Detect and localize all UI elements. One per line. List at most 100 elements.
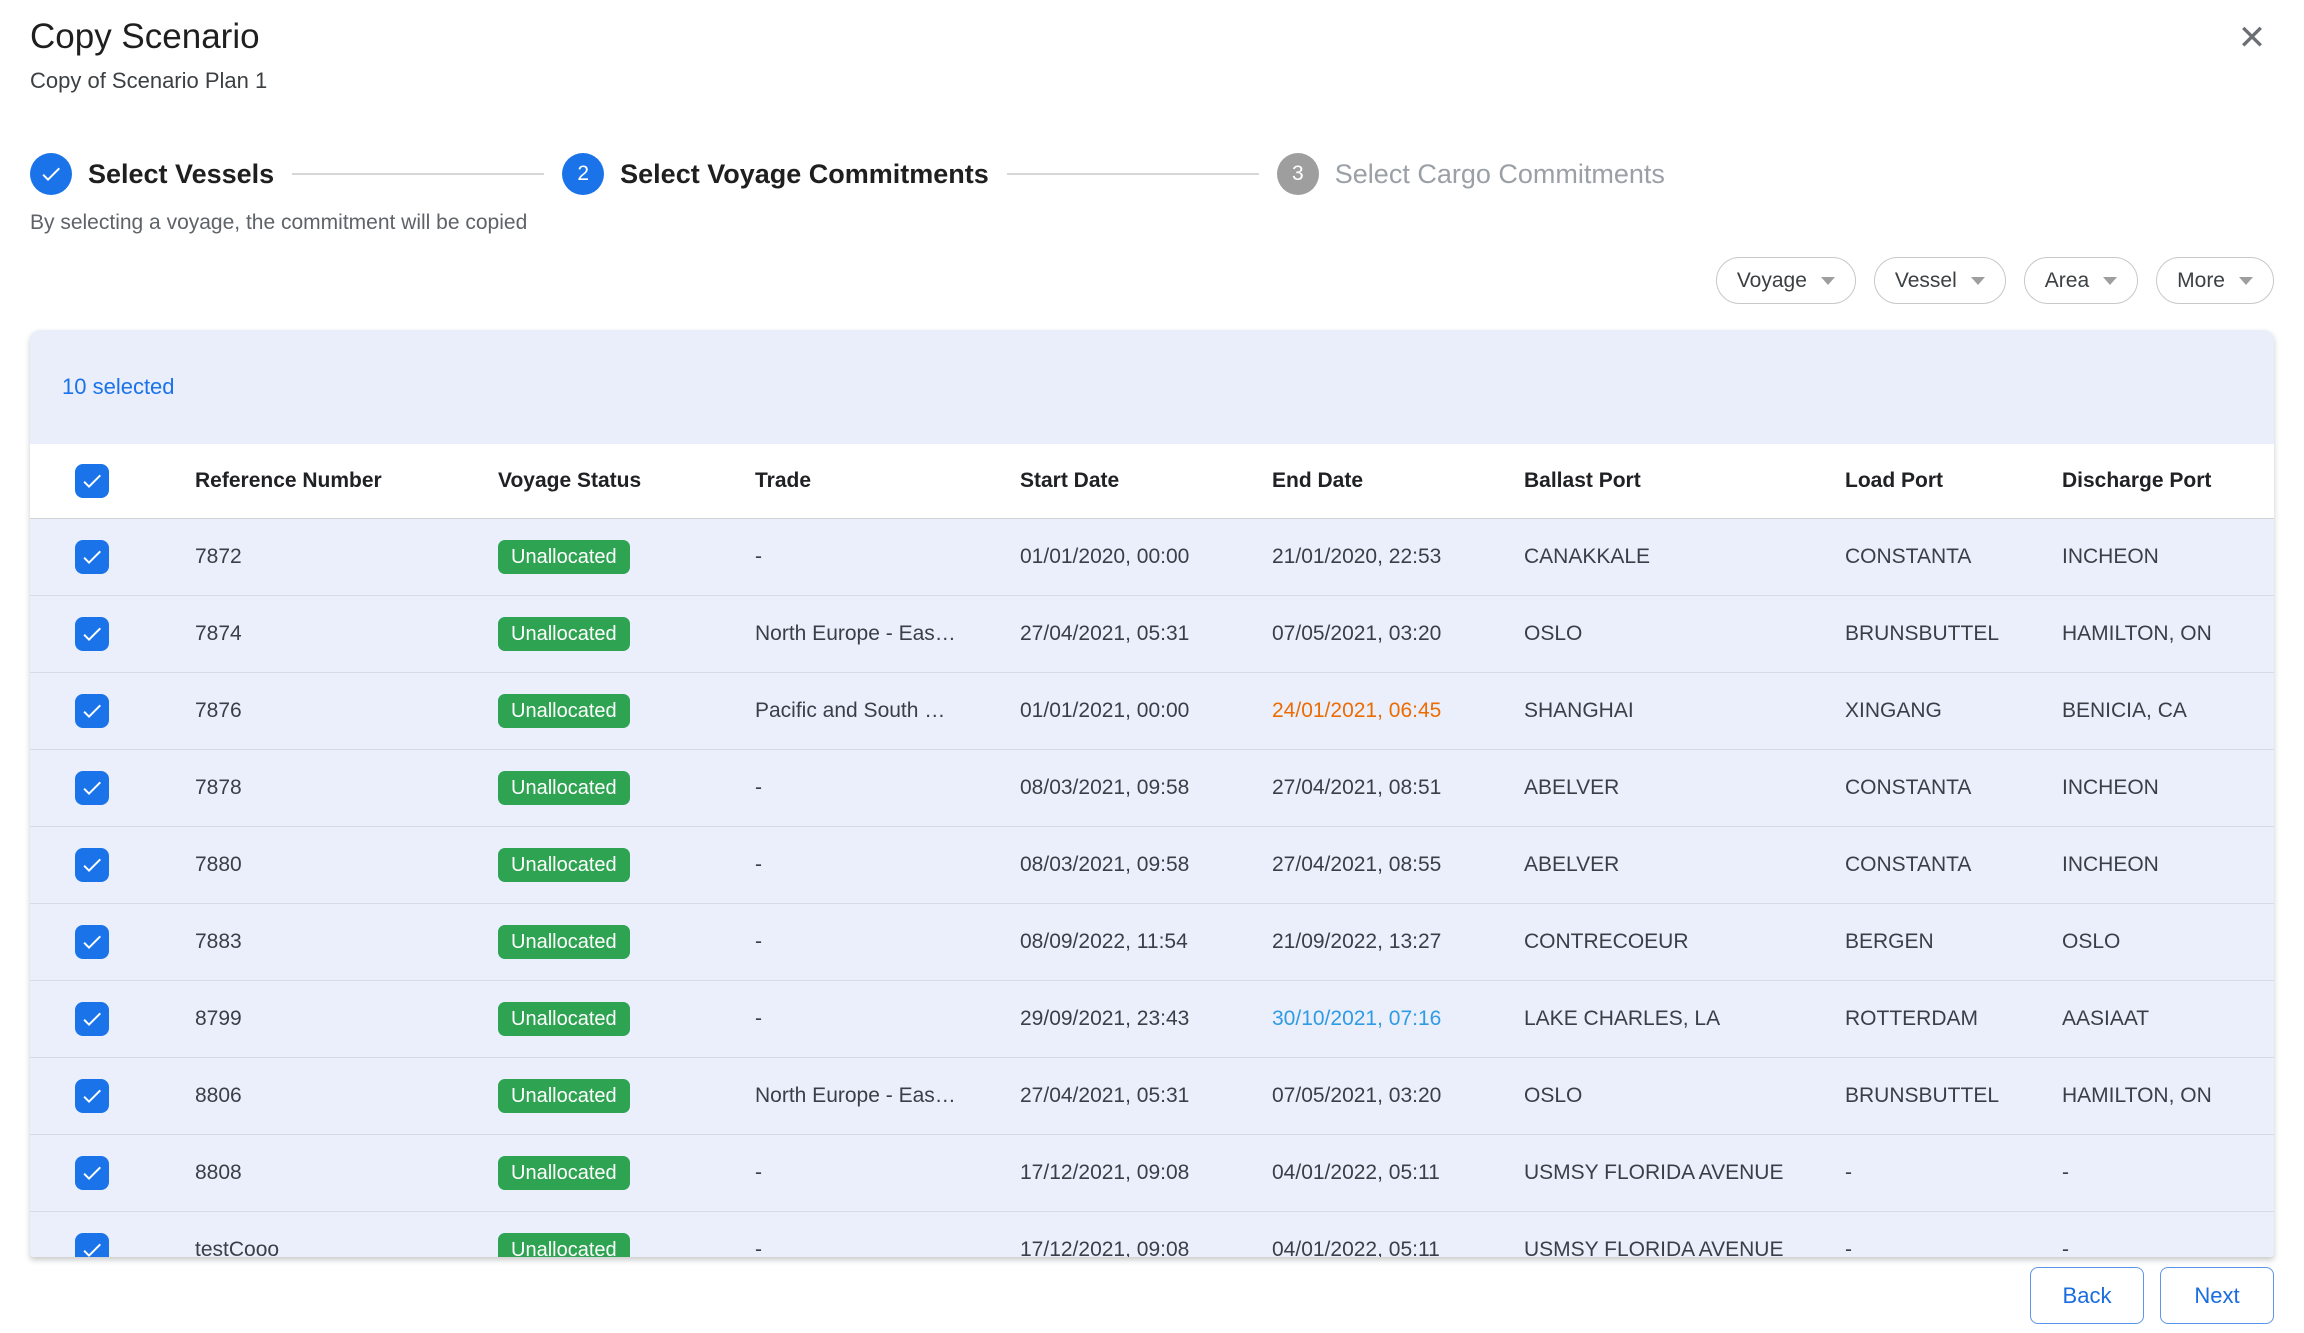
row-checkbox[interactable] [75, 1233, 109, 1257]
trade-cell: North Europe - Eas… [755, 622, 1020, 646]
ballast-port-cell: OSLO [1524, 622, 1845, 646]
selected-count: 10 selected [62, 374, 175, 400]
dialog-subtitle: Copy of Scenario Plan 1 [30, 68, 2274, 94]
load-port-cell: BRUNSBUTTEL [1845, 622, 2062, 646]
close-icon[interactable]: ✕ [2230, 16, 2274, 60]
reference-number-cell: 7874 [195, 622, 498, 646]
row-checkbox[interactable] [75, 771, 109, 805]
row-checkbox[interactable] [75, 1156, 109, 1190]
ballast-port-cell: ABELVER [1524, 853, 1845, 877]
table-row[interactable]: 8806 Unallocated North Europe - Eas… 27/… [30, 1057, 2274, 1134]
voyage-filter-button[interactable]: Voyage [1716, 257, 1856, 304]
voyage-status-cell: Unallocated [498, 1079, 755, 1113]
table-body: 7872 Unallocated - 01/01/2020, 00:00 21/… [30, 519, 2274, 1257]
discharge-port-cell: INCHEON [2062, 545, 2274, 569]
load-port-cell: XINGANG [1845, 699, 2062, 723]
status-badge: Unallocated [498, 1079, 630, 1113]
stepper: Select Vessels 2 Select Voyage Commitmen… [30, 152, 2274, 196]
reference-number-cell: 8799 [195, 1007, 498, 1031]
table-row[interactable]: testCooo Unallocated - 17/12/2021, 09:08… [30, 1211, 2274, 1257]
table-row[interactable]: 7876 Unallocated Pacific and South … 01/… [30, 672, 2274, 749]
end-date-cell: 04/01/2022, 05:11 [1272, 1238, 1524, 1257]
more-filter-label: More [2177, 269, 2225, 293]
copy-scenario-dialog: Copy Scenario Copy of Scenario Plan 1 ✕ … [0, 0, 2304, 1333]
trade-cell: - [755, 853, 1020, 877]
start-date-cell: 08/03/2021, 09:58 [1020, 853, 1272, 877]
reference-number-cell: 7878 [195, 776, 498, 800]
voyage-status-cell: Unallocated [498, 925, 755, 959]
trade-cell: North Europe - Eas… [755, 1084, 1020, 1108]
voyage-status-cell: Unallocated [498, 694, 755, 728]
discharge-port-cell: - [2062, 1238, 2274, 1257]
select-all-checkbox[interactable] [75, 464, 109, 498]
table-row[interactable]: 7883 Unallocated - 08/09/2022, 11:54 21/… [30, 903, 2274, 980]
discharge-port-cell: AASIAAT [2062, 1007, 2274, 1031]
start-date-cell: 27/04/2021, 05:31 [1020, 622, 1272, 646]
row-checkbox[interactable] [75, 1002, 109, 1036]
end-date-cell: 30/10/2021, 07:16 [1272, 1007, 1524, 1031]
start-date-cell: 08/03/2021, 09:58 [1020, 776, 1272, 800]
next-button[interactable]: Next [2160, 1267, 2274, 1324]
step-select-vessels[interactable]: Select Vessels [30, 153, 274, 195]
voyage-status-cell: Unallocated [498, 771, 755, 805]
table-row[interactable]: 7874 Unallocated North Europe - Eas… 27/… [30, 595, 2274, 672]
discharge-port-cell: INCHEON [2062, 853, 2274, 877]
area-filter-label: Area [2045, 269, 2089, 293]
step-select-voyage-commitments[interactable]: 2 Select Voyage Commitments [562, 153, 989, 195]
load-port-cell: CONSTANTA [1845, 776, 2062, 800]
chevron-down-icon [2103, 277, 2117, 285]
area-filter-button[interactable]: Area [2024, 257, 2138, 304]
vessel-filter-label: Vessel [1895, 269, 1957, 293]
reference-number-cell: testCooo [195, 1238, 498, 1257]
row-checkbox[interactable] [75, 540, 109, 574]
row-checkbox[interactable] [75, 1079, 109, 1113]
end-date-cell: 24/01/2021, 06:45 [1272, 699, 1524, 723]
discharge-port-cell: - [2062, 1161, 2274, 1185]
start-date-cell: 08/09/2022, 11:54 [1020, 930, 1272, 954]
helper-text: By selecting a voyage, the commitment wi… [30, 210, 2274, 235]
start-date-cell: 01/01/2021, 00:00 [1020, 699, 1272, 723]
voyage-status-cell: Unallocated [498, 540, 755, 574]
trade-cell: - [755, 1007, 1020, 1031]
status-badge: Unallocated [498, 694, 630, 728]
chevron-down-icon [1971, 277, 1985, 285]
table-row[interactable]: 8808 Unallocated - 17/12/2021, 09:08 04/… [30, 1134, 2274, 1211]
more-filter-button[interactable]: More [2156, 257, 2274, 304]
row-checkbox[interactable] [75, 694, 109, 728]
reference-number-cell: 7883 [195, 930, 498, 954]
voyage-status-cell: Unallocated [498, 1233, 755, 1257]
discharge-port-cell: OSLO [2062, 930, 2274, 954]
start-date-cell: 29/09/2021, 23:43 [1020, 1007, 1272, 1031]
reference-number-cell: 7876 [195, 699, 498, 723]
row-checkbox[interactable] [75, 925, 109, 959]
load-port-cell: ROTTERDAM [1845, 1007, 2062, 1031]
step-2-badge: 2 [562, 153, 604, 195]
column-header-voyage-status: Voyage Status [498, 469, 755, 493]
vessel-filter-button[interactable]: Vessel [1874, 257, 2006, 304]
back-button[interactable]: Back [2030, 1267, 2144, 1324]
ballast-port-cell: LAKE CHARLES, LA [1524, 1007, 1845, 1031]
column-header-start-date: Start Date [1020, 469, 1272, 493]
reference-number-cell: 8808 [195, 1161, 498, 1185]
status-badge: Unallocated [498, 1002, 630, 1036]
table-row[interactable]: 8799 Unallocated - 29/09/2021, 23:43 30/… [30, 980, 2274, 1057]
ballast-port-cell: USMSY FLORIDA AVENUE [1524, 1238, 1845, 1257]
table-row[interactable]: 7878 Unallocated - 08/03/2021, 09:58 27/… [30, 749, 2274, 826]
dialog-footer: Back Next [30, 1267, 2274, 1324]
load-port-cell: CONSTANTA [1845, 545, 2062, 569]
row-checkbox[interactable] [75, 848, 109, 882]
table-row[interactable]: 7872 Unallocated - 01/01/2020, 00:00 21/… [30, 519, 2274, 595]
status-badge: Unallocated [498, 1156, 630, 1190]
step-select-cargo-commitments[interactable]: 3 Select Cargo Commitments [1277, 153, 1665, 195]
step-label-select-voyage-commitments: Select Voyage Commitments [620, 159, 989, 190]
ballast-port-cell: CONTRECOEUR [1524, 930, 1845, 954]
column-header-load-port: Load Port [1845, 469, 2062, 493]
column-header-discharge-port: Discharge Port [2062, 469, 2274, 493]
load-port-cell: BERGEN [1845, 930, 2062, 954]
table-row[interactable]: 7880 Unallocated - 08/03/2021, 09:58 27/… [30, 826, 2274, 903]
end-date-cell: 07/05/2021, 03:20 [1272, 1084, 1524, 1108]
row-checkbox[interactable] [75, 617, 109, 651]
end-date-cell: 04/01/2022, 05:11 [1272, 1161, 1524, 1185]
step-label-select-cargo-commitments: Select Cargo Commitments [1335, 159, 1665, 190]
step-label-select-vessels: Select Vessels [88, 159, 274, 190]
